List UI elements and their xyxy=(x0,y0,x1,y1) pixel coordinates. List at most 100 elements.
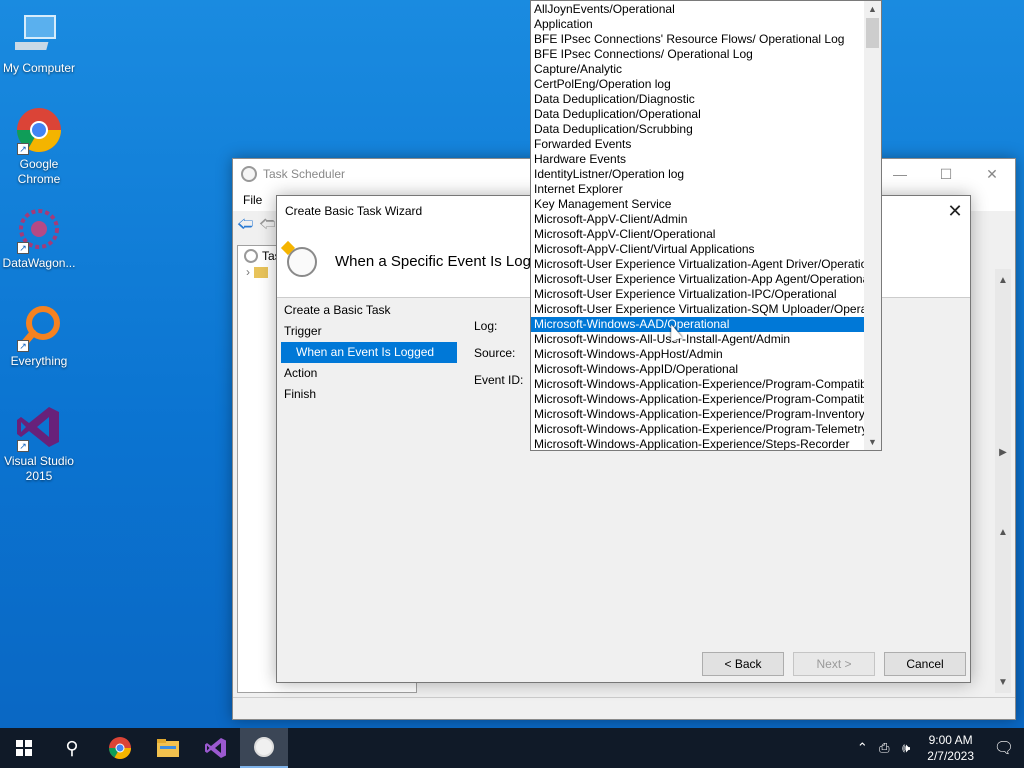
log-option[interactable]: Capture/Analytic xyxy=(531,62,866,77)
log-option[interactable]: Microsoft-User Experience Virtualization… xyxy=(531,302,866,317)
shortcut-arrow-icon: ↗ xyxy=(17,440,29,452)
event-id-label: Event ID: xyxy=(474,373,524,387)
wizard-step[interactable]: Finish xyxy=(281,384,457,405)
close-icon[interactable]: ✕ xyxy=(969,166,1015,183)
shortcut-arrow-icon: ↗ xyxy=(17,143,29,155)
log-option[interactable]: Microsoft-User Experience Virtualization… xyxy=(531,287,866,302)
log-option[interactable]: BFE IPsec Connections/ Operational Log xyxy=(531,47,866,62)
scroll-right-icon[interactable]: ▶ xyxy=(995,447,1011,458)
log-option[interactable]: Microsoft-Windows-Application-Experience… xyxy=(531,437,866,450)
clock-date: 2/7/2023 xyxy=(927,749,974,763)
volume-icon[interactable]: 🕪 xyxy=(895,740,917,756)
shortcut-arrow-icon: ↗ xyxy=(17,340,29,352)
clock-time: 9:00 AM xyxy=(928,733,973,747)
back-arrow-icon[interactable]: 🢠 xyxy=(237,217,255,233)
log-option[interactable]: Microsoft-Windows-Application-Experience… xyxy=(531,407,866,422)
log-dropdown-items: AllJoynEvents/Operational Application BFE … xyxy=(531,2,866,450)
log-option[interactable]: Hardware Events xyxy=(531,152,866,167)
scroll-up-icon[interactable]: ▲ xyxy=(995,275,1011,286)
scroll-down-icon[interactable]: ▼ xyxy=(864,434,881,450)
wizard-steps: Create a Basic Task Trigger When an Even… xyxy=(281,300,457,405)
taskbar-visual-studio-icon[interactable] xyxy=(192,728,240,768)
actions-scrollbar[interactable]: ▲ ▶ ▲ ▼ xyxy=(995,269,1011,693)
start-button[interactable] xyxy=(0,728,48,768)
taskbar-task-scheduler-icon[interactable] xyxy=(240,728,288,768)
log-option[interactable]: Application xyxy=(531,17,866,32)
scroll-thumb[interactable] xyxy=(866,18,879,48)
log-option-selected[interactable]: Microsoft-Windows-AAD/Operational xyxy=(531,317,866,332)
log-option[interactable]: Internet Explorer xyxy=(531,182,866,197)
desktop-icon-visual-studio[interactable]: ↗ Visual Studio 2015 xyxy=(0,403,78,484)
visual-studio-icon: ↗ xyxy=(15,403,63,452)
log-option[interactable]: Microsoft-Windows-Application-Experience… xyxy=(531,422,866,437)
back-button[interactable]: < Back xyxy=(702,652,784,676)
notification-icon[interactable]: 🗨 xyxy=(984,738,1024,758)
close-icon[interactable]: ✕ xyxy=(940,201,970,222)
maximize-icon[interactable]: ☐ xyxy=(923,166,969,183)
chevron-up-icon[interactable]: ⌃ xyxy=(851,740,873,756)
datawagon-icon: ↗ xyxy=(15,205,63,254)
taskbar-clock[interactable]: 9:00 AM 2/7/2023 xyxy=(917,732,984,764)
magnifier-icon: ↗ xyxy=(15,303,63,352)
next-button[interactable]: Next > xyxy=(793,652,875,676)
log-option[interactable]: Microsoft-Windows-Application-Experience… xyxy=(531,377,866,392)
scroll-down-icon[interactable]: ▼ xyxy=(995,677,1011,688)
search-icon[interactable]: ⚲ xyxy=(48,728,96,768)
log-option[interactable]: Data Deduplication/Scrubbing xyxy=(531,122,866,137)
desktop-icon-datawagon[interactable]: ↗ DataWagon... xyxy=(0,205,78,271)
wizard-header-title: When a Specific Event Is Logged xyxy=(335,253,556,270)
desktop-icon-google-chrome[interactable]: ↗ Google Chrome xyxy=(0,106,78,187)
log-option[interactable]: Microsoft-User Experience Virtualization… xyxy=(531,257,866,272)
forward-arrow-icon[interactable]: 🢢 xyxy=(259,217,277,233)
chrome-icon: ↗ xyxy=(15,106,63,155)
desktop-icon-my-computer[interactable]: My Computer xyxy=(0,10,78,76)
desktop-icon-label: My Computer xyxy=(2,61,76,75)
clock-icon xyxy=(244,249,258,263)
log-option[interactable]: Key Management Service xyxy=(531,197,866,212)
taskbar: ⚲ ⌃ ⎙ 🕪 9:00 AM 2/7/2023 🗨 xyxy=(0,728,1024,768)
log-option[interactable]: BFE IPsec Connections' Resource Flows/ O… xyxy=(531,32,866,47)
log-option[interactable]: IdentityListner/Operation log xyxy=(531,167,866,182)
folder-icon xyxy=(254,266,268,278)
dropdown-scrollbar[interactable]: ▲ ▼ xyxy=(864,1,881,450)
system-tray: ⌃ ⎙ 🕪 9:00 AM 2/7/2023 🗨 xyxy=(851,728,1024,768)
network-icon[interactable]: ⎙ xyxy=(873,740,895,756)
event-form: Log: Source: Event ID: xyxy=(474,318,523,399)
log-option[interactable]: AllJoynEvents/Operational xyxy=(531,2,866,17)
taskbar-file-explorer-icon[interactable] xyxy=(144,728,192,768)
log-option[interactable]: Data Deduplication/Operational xyxy=(531,107,866,122)
desktop-icon-label: Visual Studio 2015 xyxy=(4,454,74,483)
log-option[interactable]: Microsoft-User Experience Virtualization… xyxy=(531,272,866,287)
log-option[interactable]: Microsoft-AppV-Client/Admin xyxy=(531,212,866,227)
log-option[interactable]: Microsoft-AppV-Client/Operational xyxy=(531,227,866,242)
wizard-step[interactable]: Action xyxy=(281,363,457,384)
log-label: Log: xyxy=(474,319,498,333)
log-option[interactable]: Microsoft-Windows-Application-Experience… xyxy=(531,392,866,407)
wizard-step[interactable]: Create a Basic Task xyxy=(281,300,457,321)
shortcut-arrow-icon: ↗ xyxy=(17,242,29,254)
window-title: Task Scheduler xyxy=(263,167,346,181)
log-option[interactable]: Microsoft-Windows-AppID/Operational xyxy=(531,362,866,377)
wizard-step[interactable]: Trigger xyxy=(281,321,457,342)
log-option[interactable]: Microsoft-Windows-All-User-Install-Agent… xyxy=(531,332,866,347)
desktop-icon-everything[interactable]: ↗ Everything xyxy=(0,303,78,369)
cancel-button[interactable]: Cancel xyxy=(884,652,966,676)
log-dropdown-list[interactable]: AllJoynEvents/Operational Application BFE … xyxy=(530,0,882,451)
log-option[interactable]: Microsoft-AppV-Client/Virtual Applicatio… xyxy=(531,242,866,257)
taskbar-chrome-icon[interactable] xyxy=(96,728,144,768)
wizard-title: Create Basic Task Wizard xyxy=(285,204,423,218)
log-option[interactable]: CertPolEng/Operation log xyxy=(531,77,866,92)
chevron-right-icon[interactable]: › xyxy=(246,265,250,279)
windows-logo-icon xyxy=(16,740,32,756)
log-option[interactable]: Data Deduplication/Diagnostic xyxy=(531,92,866,107)
log-option[interactable]: Forwarded Events xyxy=(531,137,866,152)
wizard-buttons: < Back Next > Cancel xyxy=(702,652,966,676)
desktop-icon-label: DataWagon... xyxy=(2,256,76,270)
scroll-up-icon[interactable]: ▲ xyxy=(864,1,881,17)
log-option[interactable]: Microsoft-Windows-AppHost/Admin xyxy=(531,347,866,362)
minimize-icon[interactable]: — xyxy=(877,166,923,183)
scroll-up-icon[interactable]: ▲ xyxy=(995,527,1011,538)
wizard-step-selected[interactable]: When an Event Is Logged xyxy=(281,342,457,363)
menu-file[interactable]: File xyxy=(243,193,262,207)
task-clock-icon xyxy=(287,246,317,277)
